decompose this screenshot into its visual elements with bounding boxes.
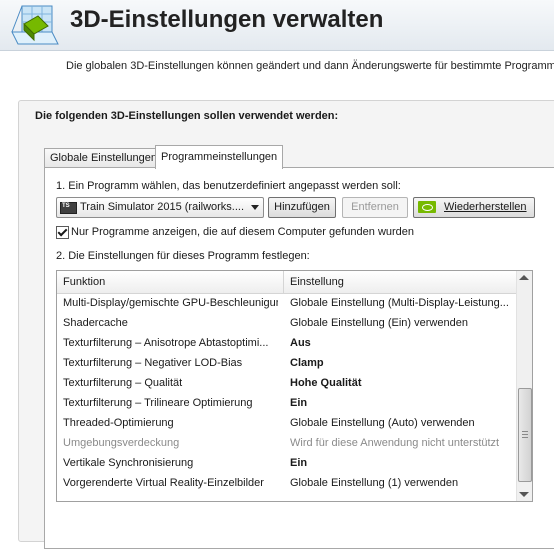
page-title: 3D-Einstellungen verwalten [70,6,384,33]
3d-settings-icon [11,5,59,45]
restore-button-label: Wiederherstellen [444,201,527,213]
scroll-up-icon[interactable] [519,275,529,280]
page-description: Die globalen 3D-Einstellungen können geä… [66,60,554,72]
row-function: Texturfilterung – Trilineare Optimierung [63,397,253,409]
restore-button[interactable]: Wiederherstellen [413,197,535,218]
program-select-value: Train Simulator 2015 (railworks.... [80,201,245,213]
settings-table: Funktion Einstellung Multi-Display/gemis… [56,270,533,502]
row-function: Umgebungsverdeckung [63,437,180,449]
column-divider[interactable] [283,271,284,293]
panel-heading: Die folgenden 3D-Einstellungen sollen ve… [35,110,339,122]
column-header-setting[interactable]: Einstellung [290,276,344,288]
table-header: Funktion Einstellung [57,271,517,294]
row-function: Multi-Display/gemischte GPU-Beschleunigu… [63,297,278,309]
remove-button[interactable]: Entfernen [342,197,408,218]
tab-program-settings[interactable]: Programmeinstellungen [155,145,284,169]
grip-line [522,434,528,435]
row-setting[interactable]: Globale Einstellung (Multi-Display-Leist… [290,297,509,309]
row-setting[interactable]: Ein [290,457,307,469]
row-setting[interactable]: Globale Einstellung (1) verwenden [290,477,458,489]
table-row: Umgebungsverdeckung Wird für diese Anwen… [57,434,517,454]
table-row[interactable]: Shadercache Globale Einstellung (Ein) ve… [57,314,517,334]
tab-global-settings[interactable]: Globale Einstellungen [44,148,164,169]
row-function: Texturfilterung – Anisotrope Abtastoptim… [63,337,269,349]
chevron-down-icon [251,205,259,210]
scroll-thumb[interactable] [518,388,532,482]
grip-line [522,431,528,432]
table-row[interactable]: Threaded-Optimierung Globale Einstellung… [57,414,517,434]
table-row[interactable]: Vorgerenderte Virtual Reality-Einzelbild… [57,474,517,494]
program-settings-label: 2. Die Einstellungen für dieses Programm… [56,250,310,262]
table-row[interactable]: Texturfilterung – Qualität Hohe Qualität [57,374,517,394]
grip-line [522,437,528,438]
select-program-label: 1. Ein Programm wählen, das benutzerdefi… [56,180,401,192]
table-row[interactable]: Texturfilterung – Anisotrope Abtastoptim… [57,334,517,354]
row-function: Shadercache [63,317,128,329]
table-scrollbar[interactable] [516,271,532,501]
row-function: Threaded-Optimierung [63,417,174,429]
table-row[interactable]: Multi-Display/gemischte GPU-Beschleunigu… [57,294,517,314]
row-function: Texturfilterung – Negativer LOD-Bias [63,357,243,369]
row-setting[interactable]: Globale Einstellung (Ein) verwenden [290,317,468,329]
row-setting[interactable]: Clamp [290,357,324,369]
column-header-function[interactable]: Funktion [63,276,105,288]
only-installed-checkbox[interactable] [56,226,69,239]
add-button[interactable]: Hinzufügen [268,197,336,218]
row-setting[interactable]: Ein [290,397,307,409]
table-row[interactable]: Texturfilterung – Trilineare Optimierung… [57,394,517,414]
table-row[interactable]: Texturfilterung – Negativer LOD-Bias Cla… [57,354,517,374]
row-setting[interactable]: Aus [290,337,311,349]
row-setting: Wird für diese Anwendung nicht unterstüt… [290,437,500,449]
table-row[interactable]: Vertikale Synchronisierung Ein [57,454,517,474]
program-select[interactable]: TS Train Simulator 2015 (railworks.... [56,197,264,218]
row-function: Vorgerenderte Virtual Reality-Einzelbild… [63,477,264,489]
nvidia-icon [418,201,436,213]
row-function: Vertikale Synchronisierung [63,457,194,469]
row-function: Texturfilterung – Qualität [63,377,183,389]
only-installed-label[interactable]: Nur Programme anzeigen, die auf diesem C… [71,226,414,238]
program-icon: TS [60,202,77,214]
page-header: 3D-Einstellungen verwalten [0,0,554,51]
row-setting[interactable]: Hohe Qualität [290,377,362,389]
row-setting[interactable]: Globale Einstellung (Auto) verwenden [290,417,475,429]
scroll-down-icon[interactable] [519,492,529,497]
